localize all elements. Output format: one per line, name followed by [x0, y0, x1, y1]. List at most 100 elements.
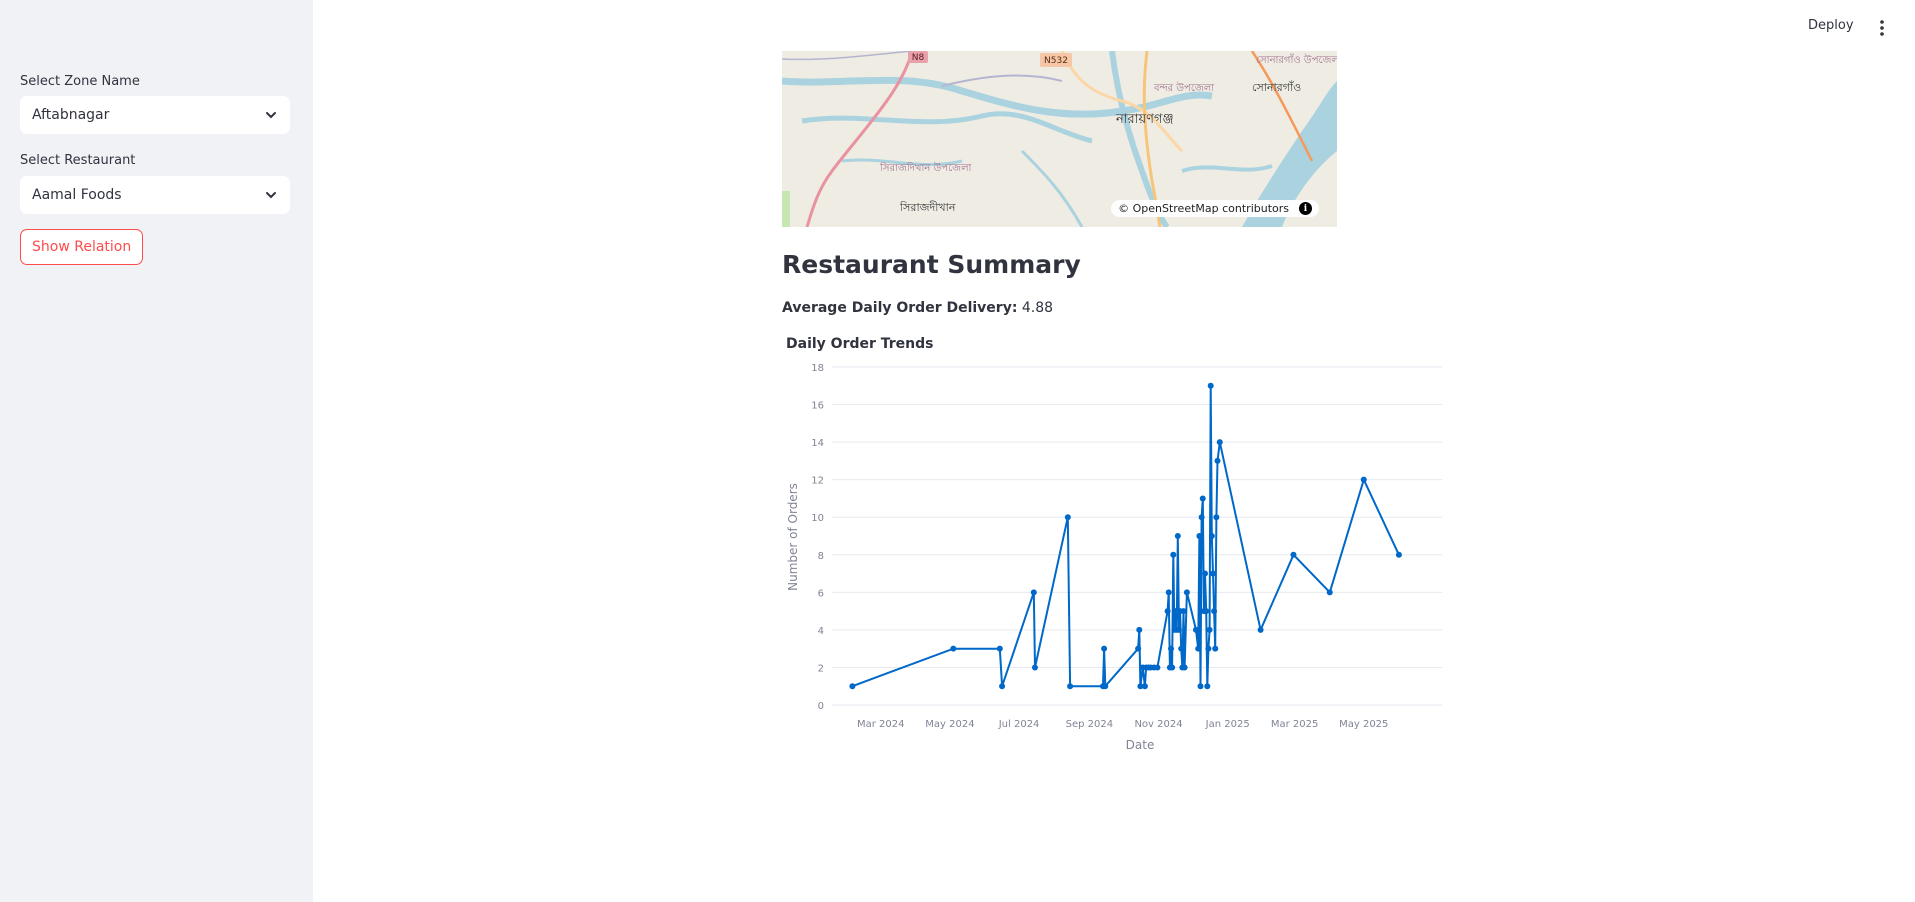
data-point[interactable]	[1101, 645, 1108, 652]
map-label-bandar-upazila: বন্দর উপজেলা	[1153, 81, 1215, 94]
data-point[interactable]	[1031, 664, 1038, 671]
average-value: 4.88	[1021, 300, 1054, 316]
data-point[interactable]	[1206, 626, 1213, 633]
info-icon[interactable]: i	[1299, 202, 1312, 215]
data-point[interactable]	[1178, 645, 1185, 652]
data-point[interactable]	[1197, 683, 1204, 690]
x-tick-label: Mar 2024	[857, 719, 905, 730]
orders-series-line	[852, 385, 1400, 689]
data-point[interactable]	[1030, 589, 1037, 596]
x-axis-ticks: Mar 2024 May 2024 Jul 2024 Sep 2024 Nov 2024…	[857, 719, 1388, 730]
data-point[interactable]	[1164, 608, 1171, 615]
y-tick-label: 6	[818, 588, 824, 599]
chevron-down-icon	[266, 192, 276, 199]
data-point[interactable]	[1395, 551, 1402, 558]
data-point[interactable]	[1168, 645, 1175, 652]
data-point[interactable]	[1326, 589, 1333, 596]
page-title: Restaurant Summary	[782, 250, 1081, 279]
data-point[interactable]	[1209, 570, 1216, 577]
y-axis-ticks: 0 2 4 6 8 10 12 14 16 18	[811, 363, 824, 712]
y-tick-label: 12	[811, 476, 824, 487]
data-point[interactable]	[1170, 551, 1177, 558]
restaurant-select-value: Aamal Foods	[32, 187, 122, 203]
x-axis-label: Date	[1126, 738, 1155, 752]
sidebar: Select Zone Name Aftabnagar Select Resta…	[0, 0, 313, 902]
chart-title: Daily Order Trends	[786, 336, 934, 352]
data-point[interactable]	[1212, 645, 1219, 652]
restaurant-select[interactable]: Aamal Foods	[20, 176, 290, 214]
data-point[interactable]	[1360, 476, 1367, 483]
show-relation-button[interactable]: Show Relation	[20, 229, 144, 265]
zone-select-value: Aftabnagar	[32, 107, 110, 123]
data-point[interactable]	[1204, 683, 1211, 690]
data-point[interactable]	[1181, 664, 1188, 671]
data-point[interactable]	[1207, 382, 1214, 389]
zone-select[interactable]: Aftabnagar	[20, 96, 290, 134]
y-tick-label: 16	[811, 401, 824, 412]
data-point[interactable]	[1199, 495, 1206, 502]
data-point[interactable]	[1165, 589, 1172, 596]
data-point[interactable]	[1290, 551, 1297, 558]
data-point[interactable]	[1135, 645, 1142, 652]
x-tick-label: Mar 2025	[1271, 719, 1319, 730]
x-tick-label: Jan 2025	[1205, 719, 1250, 730]
map-label-n532: N532	[1044, 56, 1068, 66]
data-point[interactable]	[1154, 664, 1161, 671]
deploy-button[interactable]: Deploy	[1808, 18, 1854, 33]
data-point[interactable]	[1205, 645, 1212, 652]
x-tick-label: May 2025	[1339, 719, 1388, 730]
data-point[interactable]	[1180, 608, 1187, 615]
map[interactable]: N8 N532 নারায়ণগঞ্জ সোনারগাঁও উপজেলা সোন…	[782, 51, 1337, 227]
y-tick-label: 18	[811, 363, 824, 374]
map-label-city: নারায়ণগঞ্জ	[1115, 112, 1174, 127]
data-point[interactable]	[1067, 683, 1074, 690]
data-point[interactable]	[1213, 514, 1220, 521]
y-axis-label: Number of Orders	[786, 483, 800, 591]
map-label-sirajdikhan-upazila: সিরাজদিখান উপজেলা	[879, 161, 973, 174]
data-point[interactable]	[1203, 608, 1210, 615]
average-daily-orders: Average Daily Order Delivery: 4.88	[782, 300, 1053, 316]
y-tick-label: 0	[818, 701, 824, 712]
data-point[interactable]	[1136, 626, 1143, 633]
orders-series-points	[849, 382, 1402, 690]
data-point[interactable]	[1257, 626, 1264, 633]
x-tick-label: May 2024	[925, 719, 974, 730]
x-tick-label: Jul 2024	[998, 719, 1040, 730]
map-label-sonargaon: সোনারগাঁও	[1252, 80, 1301, 94]
more-options-icon[interactable]	[1874, 18, 1890, 38]
data-point[interactable]	[996, 645, 1003, 652]
data-point[interactable]	[1202, 570, 1209, 577]
data-point[interactable]	[1174, 533, 1181, 539]
data-point[interactable]	[1195, 645, 1202, 652]
data-point[interactable]	[1196, 533, 1203, 539]
y-tick-label: 10	[811, 513, 824, 524]
data-point[interactable]	[950, 645, 957, 652]
zone-select-label: Select Zone Name	[20, 74, 140, 89]
data-point[interactable]	[1169, 664, 1176, 671]
y-tick-label: 14	[811, 438, 824, 449]
data-point[interactable]	[1198, 514, 1205, 521]
data-point[interactable]	[1211, 608, 1218, 615]
data-point[interactable]	[999, 683, 1006, 690]
attribution-text: © OpenStreetMap contributors	[1118, 202, 1289, 215]
data-point[interactable]	[1175, 626, 1182, 633]
data-point[interactable]	[849, 683, 856, 690]
restaurant-select-label: Select Restaurant	[20, 153, 136, 168]
data-point[interactable]	[1183, 589, 1190, 596]
data-point[interactable]	[1064, 514, 1071, 521]
x-tick-label: Nov 2024	[1134, 719, 1182, 730]
y-tick-label: 8	[818, 551, 824, 562]
data-point[interactable]	[1141, 683, 1148, 690]
map-label-sirajdikhan: সিরাজদীখান	[899, 201, 956, 214]
data-point[interactable]	[1192, 626, 1199, 633]
y-tick-label: 2	[818, 663, 824, 674]
chart-grid	[832, 366, 1442, 706]
data-point[interactable]	[1208, 533, 1215, 539]
data-point[interactable]	[1102, 683, 1109, 690]
daily-orders-chart[interactable]: 0 2 4 6 8 10 12 14 16 18 Mar 2024 May 2024 Jul 2024…	[782, 355, 1452, 760]
y-tick-label: 4	[818, 626, 824, 637]
map-label-n8: N8	[912, 53, 925, 63]
average-label: Average Daily Order Delivery:	[782, 300, 1018, 316]
data-point[interactable]	[1216, 439, 1223, 446]
data-point[interactable]	[1214, 457, 1221, 464]
